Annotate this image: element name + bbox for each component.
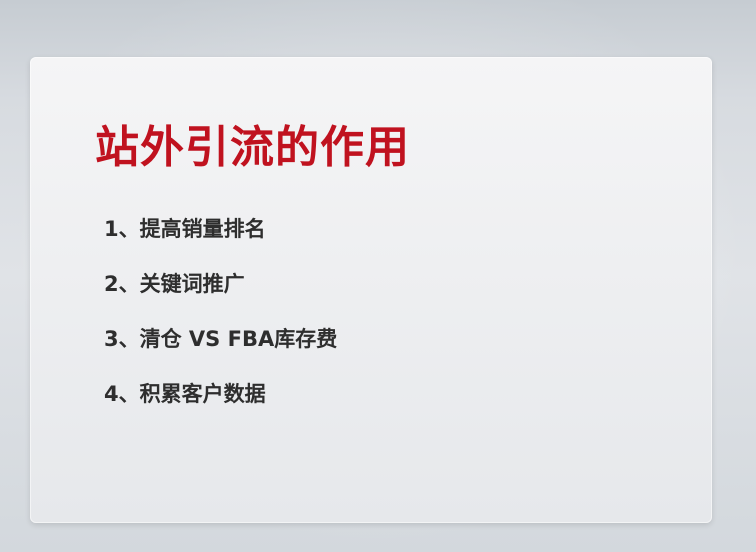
bullet-item-sales-ranking: 1、提高销量排名 <box>104 217 266 241</box>
bullet-list: 1、提高销量排名 2、关键词推广 3、清仓 VS FBA库存费 4、积累客户数据 <box>104 214 337 434</box>
slide-title: 站外引流的作用 <box>95 122 410 173</box>
bullet-item-customer-data: 4、积累客户数据 <box>104 382 266 406</box>
bullet-item-keyword-promotion: 2、关键词推广 <box>104 272 245 296</box>
bullet-item-clearance-vs-fba-fees: 3、清仓 VS FBA库存费 <box>104 327 338 351</box>
